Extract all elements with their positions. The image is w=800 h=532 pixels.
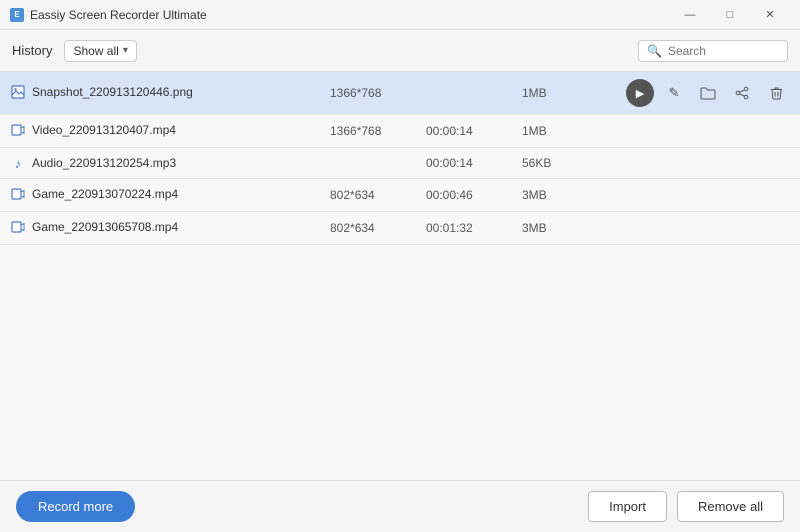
search-box: 🔍 — [638, 40, 788, 62]
file-type-icon — [10, 219, 26, 235]
file-name: Game_220913065708.mp4 — [32, 220, 178, 234]
size-cell: 56KB — [512, 148, 576, 179]
minimize-button[interactable]: — — [670, 0, 710, 30]
table-row[interactable]: Game_220913065708.mp4 802*63400:01:323MB — [0, 212, 800, 245]
toolbar: History Show all ▾ 🔍 — [0, 30, 800, 72]
file-type-icon — [10, 84, 26, 100]
table-row[interactable]: Video_220913120407.mp4 1366*76800:00:141M… — [0, 115, 800, 148]
resolution-cell: 1366*768 — [320, 115, 416, 148]
table-row[interactable]: ♪ Audio_220913120254.mp3 00:00:1456KB — [0, 148, 800, 179]
resolution-cell: 802*634 — [320, 212, 416, 245]
duration-cell: 00:00:46 — [416, 179, 512, 212]
file-type-icon: ♪ — [10, 155, 26, 171]
file-name: Game_220913070224.mp4 — [32, 187, 178, 201]
app-title: Eassiy Screen Recorder Ultimate — [30, 8, 670, 22]
maximize-button[interactable]: □ — [710, 0, 750, 30]
duration-cell: 00:01:32 — [416, 212, 512, 245]
filter-dropdown[interactable]: Show all ▾ — [64, 40, 136, 62]
share-button[interactable] — [728, 79, 756, 107]
history-label: History — [12, 43, 52, 58]
folder-button[interactable] — [694, 79, 722, 107]
file-name: Video_220913120407.mp4 — [32, 123, 176, 137]
file-name-cell: Game_220913070224.mp4 — [0, 179, 320, 212]
duration-cell: 00:00:14 — [416, 148, 512, 179]
size-cell: 1MB — [512, 72, 576, 115]
size-cell: 3MB — [512, 212, 576, 245]
file-list: Snapshot_220913120446.png 1366*768 1MB ▶ ✎ — [0, 72, 800, 480]
actions-cell: ▶ ✎ — [576, 72, 800, 115]
resolution-cell — [320, 148, 416, 179]
import-button[interactable]: Import — [588, 491, 667, 522]
table-row[interactable]: Game_220913070224.mp4 802*63400:00:463MB — [0, 179, 800, 212]
resolution-cell: 802*634 — [320, 179, 416, 212]
remove-all-button[interactable]: Remove all — [677, 491, 784, 522]
history-table: Snapshot_220913120446.png 1366*768 1MB ▶ ✎ — [0, 72, 800, 245]
search-icon: 🔍 — [647, 44, 662, 58]
duration-cell: 00:00:14 — [416, 115, 512, 148]
actions-cell — [576, 212, 800, 245]
size-cell: 3MB — [512, 179, 576, 212]
file-name: Snapshot_220913120446.png — [32, 85, 193, 99]
file-type-icon — [10, 186, 26, 202]
chevron-down-icon: ▾ — [123, 45, 128, 56]
file-name-cell: Snapshot_220913120446.png — [0, 72, 320, 115]
record-more-button[interactable]: Record more — [16, 491, 135, 522]
file-name-cell: Video_220913120407.mp4 — [0, 115, 320, 148]
delete-button[interactable] — [762, 79, 790, 107]
search-input[interactable] — [668, 44, 779, 58]
actions-cell — [576, 179, 800, 212]
edit-button[interactable]: ✎ — [660, 79, 688, 107]
table-row[interactable]: Snapshot_220913120446.png 1366*768 1MB ▶ ✎ — [0, 72, 800, 115]
close-button[interactable]: ✕ — [750, 0, 790, 30]
file-name-cell: ♪ Audio_220913120254.mp3 — [0, 148, 320, 179]
play-button[interactable]: ▶ — [626, 79, 654, 107]
window-controls: — □ ✕ — [670, 0, 790, 30]
app-icon: E — [10, 8, 24, 22]
actions-cell — [576, 115, 800, 148]
footer: Record more Import Remove all — [0, 480, 800, 532]
resolution-cell: 1366*768 — [320, 72, 416, 115]
file-type-icon — [10, 122, 26, 138]
filter-value: Show all — [73, 44, 118, 58]
file-name: Audio_220913120254.mp3 — [32, 156, 176, 170]
duration-cell — [416, 72, 512, 115]
actions-cell — [576, 148, 800, 179]
title-bar: E Eassiy Screen Recorder Ultimate — □ ✕ — [0, 0, 800, 30]
file-name-cell: Game_220913065708.mp4 — [0, 212, 320, 245]
size-cell: 1MB — [512, 115, 576, 148]
